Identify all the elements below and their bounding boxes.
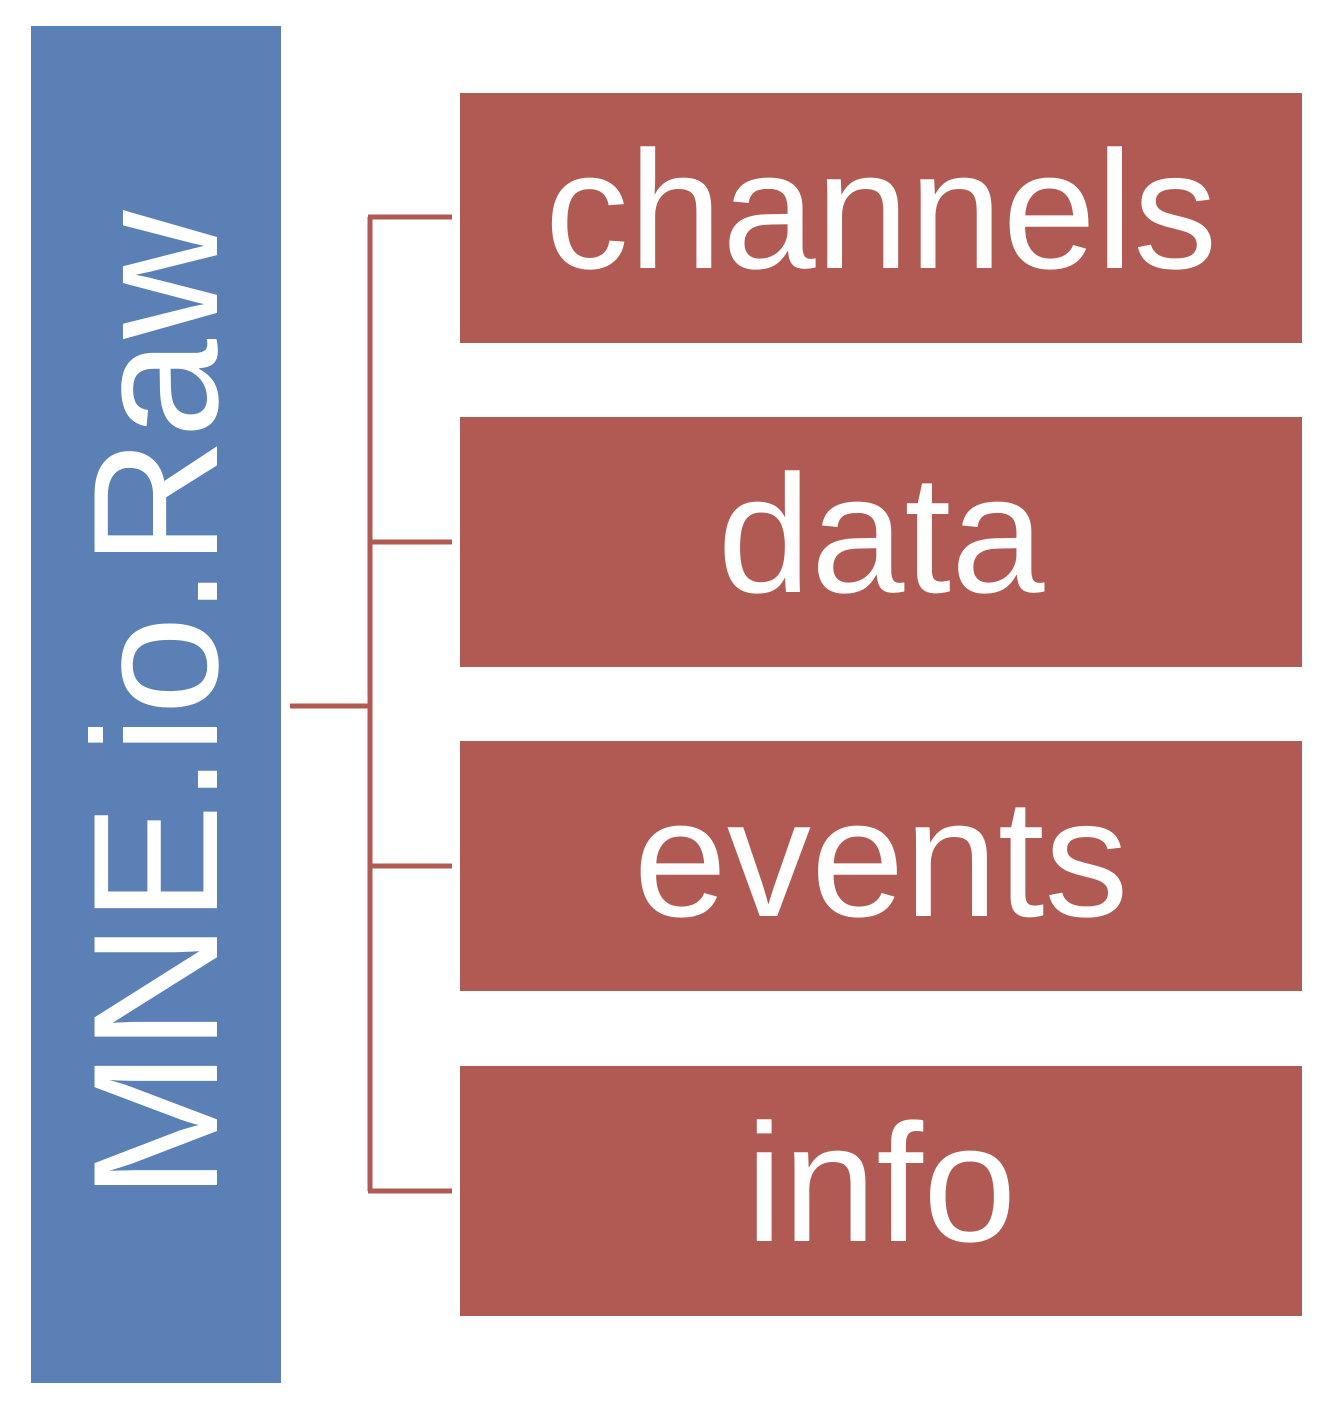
child-node-info: info xyxy=(460,1066,1302,1316)
child-node-channels: channels xyxy=(460,93,1302,343)
child-node-label: data xyxy=(717,440,1045,628)
child-node-data: data xyxy=(460,417,1302,667)
child-node-label: channels xyxy=(544,116,1218,304)
child-node-label: info xyxy=(745,1089,1017,1277)
child-node-events: events xyxy=(460,741,1302,991)
child-node-label: events xyxy=(633,764,1129,952)
